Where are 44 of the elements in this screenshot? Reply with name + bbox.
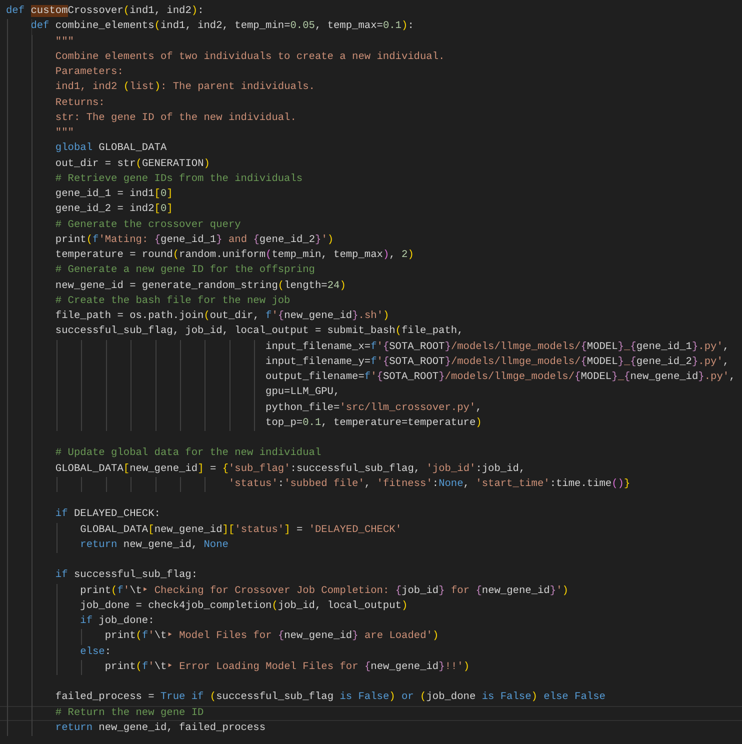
code-line: return new_gene_id, failed_process xyxy=(55,722,266,734)
code-line: return new_gene_id, None xyxy=(80,538,228,551)
code-line: if DELAYED_CHECK: xyxy=(55,508,160,520)
code-line: if successful_sub_flag: xyxy=(55,569,198,582)
code-line: successful_sub_flag, job_id, local_output = submit_bash(file_path, xyxy=(55,325,464,338)
code-line: str: The gene ID of the new individual. xyxy=(55,112,296,124)
code-line: print(f'\t‣ Checking for Crossover Job Completion: {job_id} for {new_gene_id}') xyxy=(80,584,568,596)
code-line: file_path = os.path.join(out_dir, f'{new_gene_id}.sh') xyxy=(55,310,390,322)
code-line: failed_process = True if (successful_sub_flag is False) or (job_done is False) else False xyxy=(55,691,606,704)
code-line: # Create the bash file for the new job xyxy=(55,294,290,307)
code-line: """ xyxy=(55,127,74,139)
code-line: print(f'\t‣ Model Files for {new_gene_id} are Loaded') xyxy=(104,630,439,642)
code-line: else: xyxy=(80,646,112,658)
code-line: ind1, ind2 (list): The parent individuals. xyxy=(55,81,315,94)
code-line: def customCrossover(ind1, ind2): xyxy=(6,5,204,17)
code-line: GLOBAL_DATA[new_gene_id] = {'sub_flag':successful_sub_flag, 'job_id':job_id, xyxy=(55,462,526,474)
code-line: python_file='src/llm_crossover.py', xyxy=(266,402,482,414)
code-line: new_gene_id = generate_random_string(length=24) xyxy=(55,280,346,292)
code-line: Combine elements of two individuals to create a new individual. xyxy=(55,50,445,63)
code-line: top_p=0.1, temperature=temperature) xyxy=(266,416,482,429)
code-line: input_filename_y=f'{SOTA_ROOT}/models/llmge_models/{MODEL}_{gene_id_2}.py', xyxy=(266,356,730,368)
code-line: # Generate the crossover query xyxy=(55,218,241,230)
code-line: out_dir = str(GENERATION) xyxy=(55,158,210,170)
code-line: 'status':'subbed file', 'fitness':None, 'start_time':time.time()} xyxy=(228,478,630,490)
code-line: Parameters: xyxy=(55,66,124,78)
code-line: # Return the new gene ID xyxy=(55,706,204,718)
code-line: """ xyxy=(55,36,74,48)
code-line: # Retrieve gene IDs from the individuals xyxy=(55,172,303,185)
code-line: job_done = check4job_completion(job_id, local_output) xyxy=(80,600,408,612)
code-line: gene_id_1 = ind1[0] xyxy=(55,188,173,200)
code-line: input_filename_x=f'{SOTA_ROOT}/models/llmge_models/{MODEL}_{gene_id_1}.py', xyxy=(266,340,730,352)
code-line: if job_done: xyxy=(80,615,154,627)
code-line: print(f'\t‣ Error Loading Model Files for {new_gene_id}!!') xyxy=(104,660,470,673)
code-line: gene_id_2 = ind2[0] xyxy=(55,203,173,216)
code-line: # Update global data for the new individual xyxy=(55,447,322,460)
code-line: # Generate a new gene ID for the offspring xyxy=(55,264,315,276)
code-line: global GLOBAL_DATA xyxy=(55,142,167,154)
code-line: output_filename=f'{SOTA_ROOT}/models/llmge_models/{MODEL}_{new_gene_id}.py', xyxy=(266,371,736,383)
code-line: temperature = round(random.uniform(temp_min, temp_max), 2) xyxy=(55,249,414,261)
code-line: GLOBAL_DATA[new_gene_id]['status'] = 'DELAYED_CHECK' xyxy=(80,524,402,536)
code-line: def combine_elements(ind1, ind2, temp_min=0.05, temp_max=0.1): xyxy=(30,20,414,32)
code-line: print(f'Mating: {gene_id_1} and {gene_id_2}') xyxy=(55,234,334,246)
code-line: Returns: xyxy=(55,96,105,108)
code-line: gpu=LLM_GPU, xyxy=(266,386,340,398)
